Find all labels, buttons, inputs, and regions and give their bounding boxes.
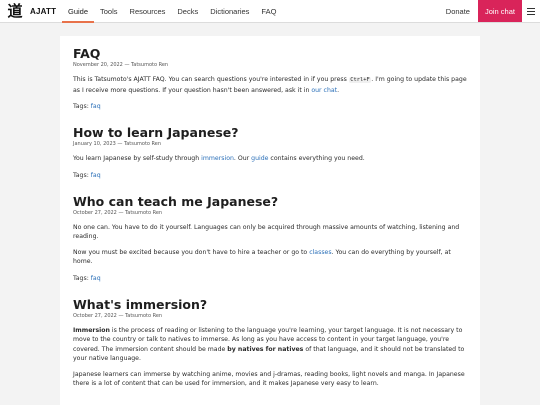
faq-entry: What's immersion? October 27, 2022 — Tat…	[73, 297, 467, 389]
faq-entry: How to learn Japanese? January 10, 2023 …	[73, 125, 467, 179]
entry-title[interactable]: How to learn Japanese?	[73, 125, 467, 140]
brand[interactable]: 道 AJATT	[0, 0, 62, 22]
faq-entry: FAQ November 20, 2022 — Tatsumoto Ren Th…	[73, 46, 467, 110]
nav-right: Donate Join chat	[438, 0, 540, 22]
entry-meta: November 20, 2022 — Tatsumoto Ren	[73, 62, 169, 68]
entry-paragraph: Immersion is the process of reading or l…	[73, 326, 465, 363]
shortcut-code: Ctrl+F	[348, 77, 372, 83]
entry-paragraph: You learn Japanese by self-study through…	[73, 155, 365, 162]
entry-paragraph: This is Tatsumoto's AJATT FAQ. You can s…	[73, 76, 467, 94]
immersion-link[interactable]: immersion	[201, 155, 234, 162]
entry-meta: October 27, 2022 — Tatsumoto Ren	[73, 209, 163, 216]
logo-icon[interactable]: 道	[4, 3, 26, 19]
join-chat-button[interactable]: Join chat	[477, 0, 522, 22]
content-card: FAQ November 20, 2022 — Tatsumoto Ren Th…	[60, 36, 480, 405]
nav-links: Guide Tools Resources Decks Dictionaries…	[62, 0, 282, 23]
entry-paragraph: No one can. You have to do it yourself. …	[73, 223, 460, 241]
entry-paragraph: Japanese learners can immerse by watchin…	[73, 370, 465, 388]
entry-meta: January 10, 2023 — Tatsumoto Ren	[73, 141, 162, 147]
tag-link[interactable]: faq	[91, 172, 101, 179]
entry-tags: Tags: faq	[73, 103, 101, 110]
entry-title[interactable]: What's immersion?	[73, 297, 467, 312]
nav-link-faq[interactable]: FAQ	[255, 0, 282, 22]
entry-title[interactable]: FAQ	[73, 46, 467, 61]
top-navbar: 道 AJATT Guide Tools Resources Decks Dict…	[0, 0, 540, 23]
entry-tags: Tags: faq	[73, 171, 101, 179]
entry-title[interactable]: Who can teach me Japanese?	[73, 194, 467, 209]
brand-name[interactable]: AJATT	[30, 7, 56, 16]
tag-link[interactable]: faq	[91, 103, 101, 110]
nav-link-decks[interactable]: Decks	[171, 0, 204, 22]
chat-link[interactable]: our chat	[311, 87, 337, 94]
nav-link-resources[interactable]: Resources	[124, 0, 172, 22]
entry-tags: Tags: faq	[73, 274, 101, 282]
entry-meta: October 27, 2022 — Tatsumoto Ren	[73, 312, 163, 319]
nav-link-guide[interactable]: Guide	[62, 0, 95, 23]
faq-entry: Who can teach me Japanese? October 27, 2…	[73, 194, 467, 282]
donate-link[interactable]: Donate	[438, 0, 478, 22]
classes-link[interactable]: classes	[309, 249, 331, 256]
hamburger-icon[interactable]	[522, 0, 540, 22]
entry-paragraph: Now you must be excited because you don'…	[73, 248, 451, 266]
tag-link[interactable]: faq	[91, 275, 101, 282]
nav-link-tools[interactable]: Tools	[94, 0, 124, 22]
guide-link[interactable]: guide	[251, 155, 268, 162]
nav-link-dictionaries[interactable]: Dictionaries	[204, 0, 255, 22]
